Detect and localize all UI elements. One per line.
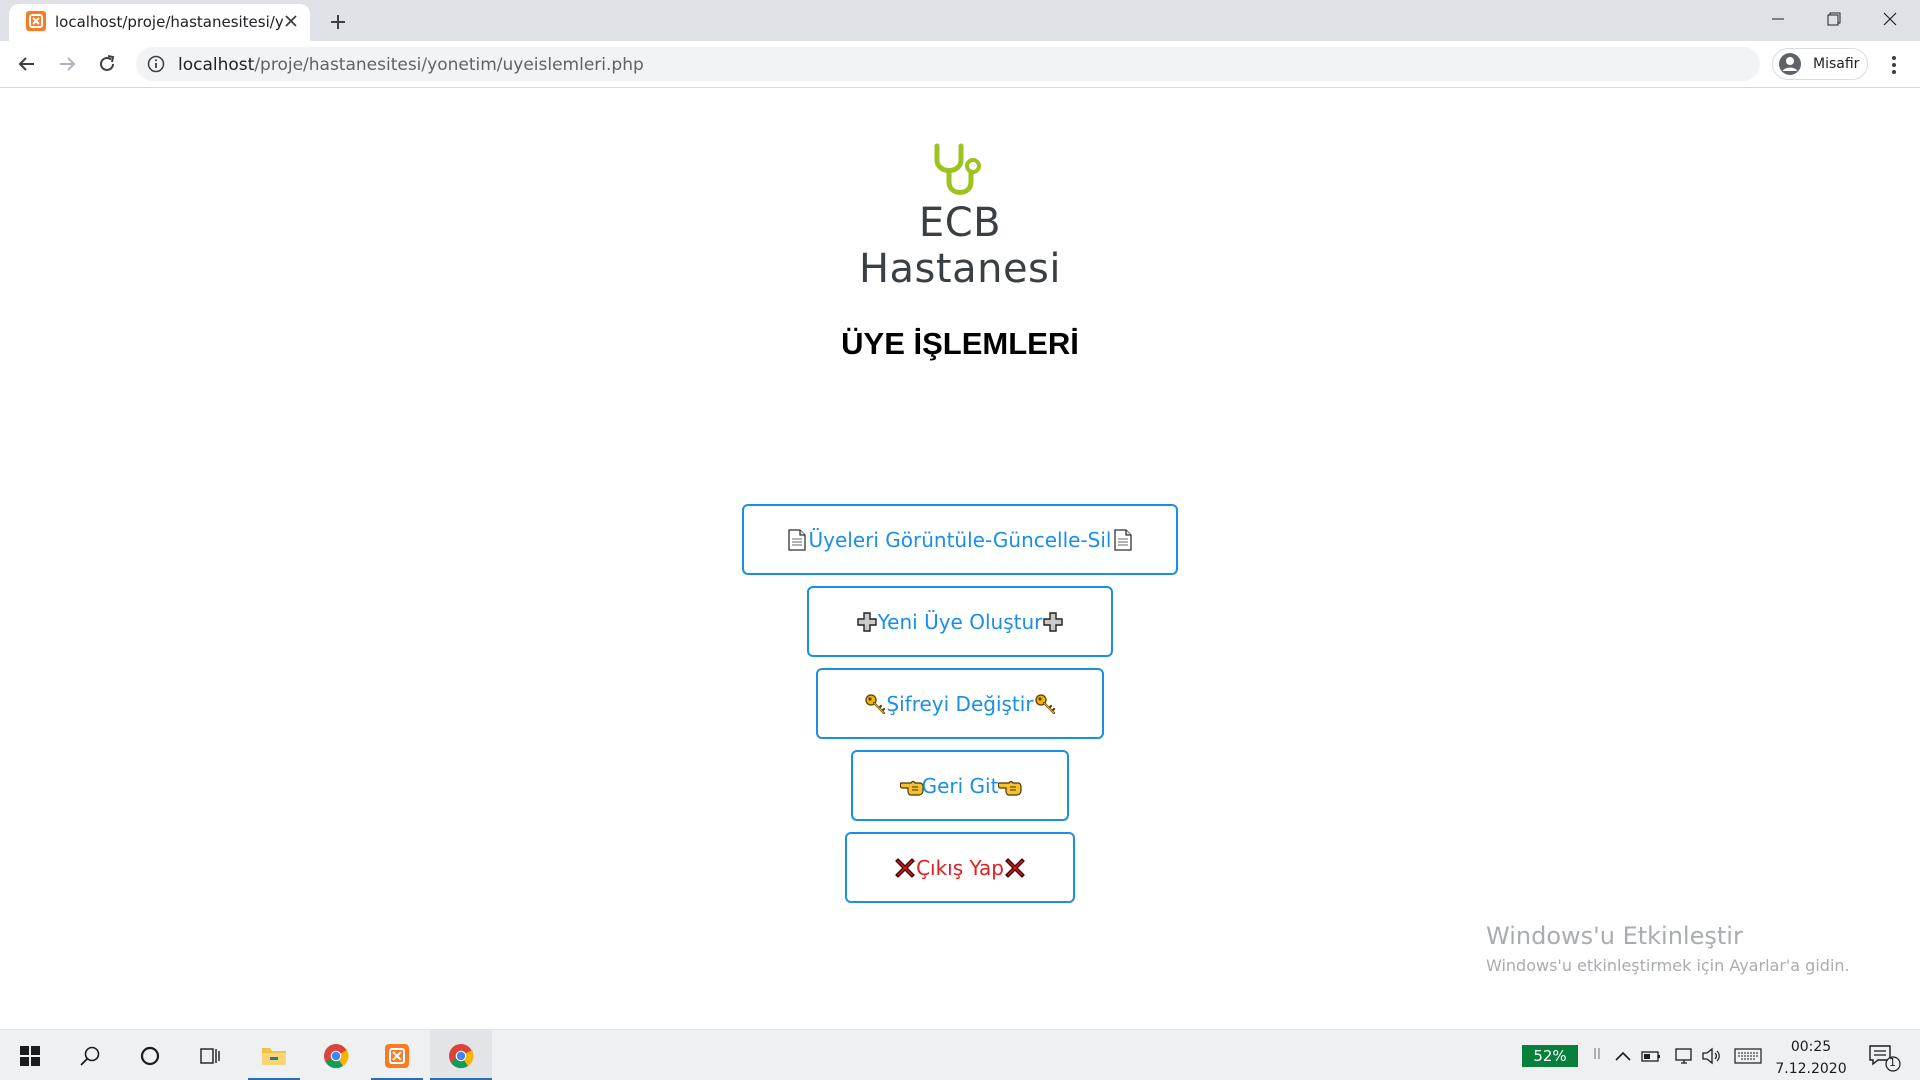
windows-activation-watermark: Windows'u Etkinleştir Windows'u etkinleş… [1486, 922, 1850, 975]
button-label: Çıkış Yap [916, 855, 1004, 880]
url-host: localhost [178, 55, 255, 75]
page-title: ÜYE İŞLEMLERİ [841, 326, 1079, 361]
button-label: Üyeleri Görüntüle-Güncelle-Sil [808, 527, 1112, 552]
button-label: Şifreyi Değiştir [886, 691, 1034, 716]
forward-arrow-icon[interactable] [52, 49, 82, 79]
tab-title: localhost/proje/hastanesitesi/yon [55, 13, 283, 31]
pen-icon[interactable] [1584, 1043, 1610, 1069]
change-password-button[interactable]: Şifreyi Değiştir [816, 668, 1104, 739]
chrome-active-icon[interactable] [430, 1030, 492, 1080]
pointing-hand-icon [899, 775, 924, 797]
restore-icon[interactable] [1806, 0, 1862, 38]
button-label: Geri Git [921, 773, 999, 798]
browser-tab[interactable]: localhost/proje/hastanesitesi/yon [9, 4, 310, 41]
profile-button[interactable]: Misafir [1772, 48, 1868, 80]
info-icon[interactable] [147, 55, 165, 73]
chevron-up-icon[interactable] [1610, 1043, 1636, 1069]
key-icon [1034, 693, 1056, 715]
system-clock[interactable]: 00:25 7.12.2020 [1766, 1036, 1856, 1080]
button-label: Yeni Üye Oluştur [877, 609, 1043, 634]
page-icon [786, 528, 808, 551]
profile-label: Misafir [1813, 56, 1860, 72]
go-back-button[interactable]: Geri Git [851, 750, 1069, 821]
volume-icon[interactable] [1698, 1043, 1724, 1069]
reload-icon[interactable] [92, 49, 122, 79]
cortana-icon[interactable] [125, 1030, 175, 1080]
xampp-favicon-icon [26, 11, 46, 31]
task-view-icon[interactable] [185, 1030, 235, 1080]
more-menu-icon[interactable] [1880, 51, 1908, 79]
url-text: localhost/proje/hastanesitesi/yonetim/uy… [178, 55, 644, 75]
chrome-icon[interactable] [311, 1030, 361, 1080]
screen: localhost/proje/hastanesitesi/yon localh… [0, 0, 1920, 1080]
cross-mark-icon [1004, 857, 1026, 879]
pointing-hand-icon [998, 775, 1023, 797]
browser-toolbar: localhost/proje/hastanesitesi/yonetim/uy… [0, 41, 1920, 88]
clock-time: 00:25 [1790, 1039, 1832, 1055]
new-tab-button[interactable] [324, 8, 352, 36]
plus-icon [856, 611, 878, 633]
back-arrow-icon[interactable] [12, 49, 42, 79]
minimize-icon[interactable] [1750, 0, 1806, 38]
logout-button[interactable]: Çıkış Yap [845, 832, 1075, 903]
url-path: /proje/hastanesitesi/yonetim/uyeislemler… [254, 55, 644, 75]
page-icon [1112, 528, 1134, 551]
logo-text: ECB Hastanesi [858, 200, 1062, 292]
view-update-delete-members-button[interactable]: Üyeleri Görüntüle-Güncelle-Sil [742, 504, 1178, 575]
xampp-icon[interactable] [371, 1030, 423, 1080]
page-content: ECB Hastanesi ÜYE İŞLEMLERİ Üyeleri Görü… [0, 88, 1920, 1029]
cross-mark-icon [894, 857, 916, 879]
battery-icon[interactable] [1638, 1043, 1664, 1069]
address-bar[interactable]: localhost/proje/hastanesitesi/yonetim/uy… [136, 47, 1760, 81]
plus-icon [1042, 611, 1064, 633]
windows-taskbar: 52% 00:25 7.12.2020 1 [0, 1029, 1920, 1080]
watermark-title: Windows'u Etkinleştir [1486, 922, 1743, 950]
close-window-icon[interactable] [1862, 0, 1918, 38]
key-icon [864, 693, 886, 715]
tab-close-icon[interactable] [279, 9, 303, 33]
hospital-logo: ECB Hastanesi [820, 142, 1100, 292]
network-icon[interactable] [1670, 1043, 1696, 1069]
notification-center-icon[interactable]: 1 [1864, 1040, 1904, 1074]
search-icon[interactable] [65, 1030, 115, 1080]
windows-start-icon[interactable] [5, 1030, 55, 1080]
watermark-subtitle: Windows'u etkinleştirmek için Ayarlar'a … [1486, 956, 1850, 975]
new-member-button[interactable]: Yeni Üye Oluştur [807, 586, 1113, 657]
keyboard-icon[interactable] [1732, 1043, 1764, 1069]
battery-percentage[interactable]: 52% [1522, 1045, 1578, 1067]
file-explorer-icon[interactable] [248, 1030, 300, 1080]
stethoscope-icon [933, 142, 989, 205]
clock-date: 7.12.2020 [1775, 1061, 1847, 1077]
notification-count: 1 [1889, 1056, 1896, 1069]
browser-tab-strip: localhost/proje/hastanesitesi/yon [0, 0, 1920, 41]
avatar-icon [1778, 52, 1802, 76]
